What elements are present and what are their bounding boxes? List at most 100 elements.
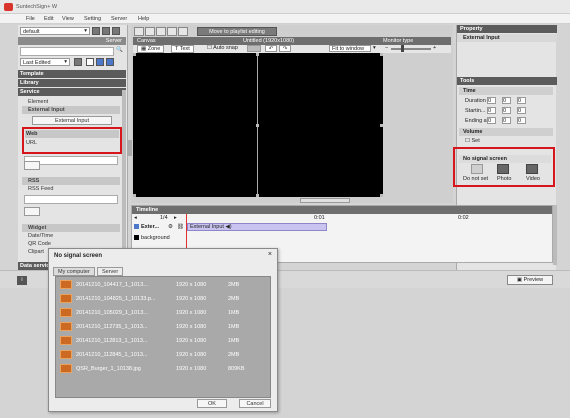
photo-icon[interactable] <box>497 164 509 174</box>
service-section[interactable]: Service <box>18 88 126 96</box>
duration-hour-input[interactable]: 0 <box>487 97 496 104</box>
sort-order-icon[interactable] <box>74 58 82 66</box>
cancel-button[interactable]: Cancel <box>239 399 271 408</box>
info-icon[interactable]: i <box>17 276 27 285</box>
track-name[interactable]: Exter... <box>141 224 159 230</box>
file-row[interactable]: 20141210_105029_1_1013... 1920 x 1080 1MB <box>60 307 268 319</box>
file-resolution: 1920 x 1080 <box>176 338 207 344</box>
search-icon[interactable]: 🔍 <box>116 47 123 53</box>
fit-select-value: Fit to window <box>332 46 365 52</box>
list-view-icon[interactable] <box>86 58 94 66</box>
layout-2-icon[interactable] <box>145 27 155 36</box>
zone-button[interactable]: ▦ Zone <box>137 45 165 53</box>
resize-handle[interactable] <box>380 124 383 127</box>
url-add-button[interactable] <box>24 161 40 170</box>
canvas-hscroll[interactable] <box>300 198 350 203</box>
menu-server[interactable]: Server <box>111 16 127 22</box>
move-to-playlist-button[interactable]: Move to playlist editing <box>197 27 277 36</box>
do-not-set-icon[interactable] <box>471 164 483 174</box>
redo-icon[interactable]: ↷ <box>279 45 291 52</box>
external-input-button[interactable]: External Input <box>32 116 112 125</box>
tab-my-computer[interactable]: My computer <box>53 267 95 276</box>
video-icon[interactable] <box>526 164 538 174</box>
resize-handle[interactable] <box>380 194 383 197</box>
zoom-out-icon[interactable]: − <box>385 45 388 51</box>
file-row[interactable]: 20141210_112845_1_1013... 1920 x 1080 2MB <box>60 349 268 361</box>
widget-datetime-item[interactable]: Date/Time <box>22 232 120 240</box>
close-icon[interactable]: × <box>268 251 272 258</box>
set-toggle[interactable]: ☐ Set <box>465 138 480 144</box>
resize-handle[interactable] <box>133 194 136 197</box>
ending-sec-input[interactable]: 0 <box>517 117 526 124</box>
zoom-slider[interactable] <box>391 48 431 50</box>
timeline-vscroll[interactable] <box>553 205 557 265</box>
left-panel-collapse-handle[interactable] <box>128 140 132 156</box>
canvas[interactable] <box>133 53 383 197</box>
left-panel: default ▾ Server 🔍 Last Edited ▾ Templat… <box>18 25 128 270</box>
template-section[interactable]: Template <box>18 70 126 78</box>
link-icon[interactable]: ⛓ <box>177 224 184 230</box>
detail-view-icon[interactable] <box>106 58 114 66</box>
menu-setting[interactable]: Setting <box>84 16 101 22</box>
menu-bar: File Edit View Setting Server Help <box>0 14 570 24</box>
resize-handle[interactable] <box>256 53 259 56</box>
settings-icon[interactable]: ⚙ <box>168 224 173 230</box>
file-row[interactable]: QSR_Burger_1_10138.jpg 1920 x 1080 809KB <box>60 363 268 375</box>
starting-min-input[interactable]: 0 <box>502 107 511 114</box>
ending-min-input[interactable]: 0 <box>502 117 511 124</box>
background-track-name[interactable]: background <box>141 235 170 241</box>
upload-icon[interactable] <box>102 27 110 35</box>
ending-hour-value: 0 <box>488 118 492 124</box>
timeline-clip[interactable]: External Input ◀) <box>187 223 327 231</box>
rss-feed-item[interactable]: RSS Feed <box>22 185 120 193</box>
menu-help[interactable]: Help <box>138 16 149 22</box>
library-section[interactable]: Library <box>18 79 126 87</box>
grid-view-icon[interactable] <box>96 58 104 66</box>
file-row[interactable]: 20141210_112813_1_1013... 1920 x 1080 1MB <box>60 335 268 347</box>
file-row[interactable]: 20141210_104825_1_10133.p... 1920 x 1080 2… <box>60 293 268 305</box>
menu-edit[interactable]: Edit <box>44 16 53 22</box>
sort-select[interactable]: Last Edited ▾ <box>20 58 70 66</box>
fit-select[interactable]: Fit to window <box>329 45 371 52</box>
resize-handle[interactable] <box>380 53 383 56</box>
resize-handle[interactable] <box>256 194 259 197</box>
resize-handle[interactable] <box>256 124 259 127</box>
ending-hour-input[interactable]: 0 <box>487 117 496 124</box>
text-button[interactable]: T Text <box>171 45 194 53</box>
search-input[interactable] <box>20 47 114 56</box>
preview-button[interactable]: ▣ Preview <box>507 275 553 285</box>
starting-hour-input[interactable]: 0 <box>487 107 496 114</box>
file-row[interactable]: 20141210_104417_1_1013... 1920 x 1080 2MB <box>60 279 268 291</box>
rss-input[interactable] <box>24 195 118 204</box>
download-icon[interactable] <box>112 27 120 35</box>
layout-5-icon[interactable] <box>178 27 188 36</box>
server-select[interactable]: default ▾ <box>20 27 90 35</box>
layout-1-icon[interactable] <box>134 27 144 36</box>
resize-handle[interactable] <box>133 53 136 56</box>
widget-qrcode-item[interactable]: QR Code <box>22 240 120 248</box>
duration-min-input[interactable]: 0 <box>502 97 511 104</box>
duration-sec-input[interactable]: 0 <box>517 97 526 104</box>
file-size: 2MB <box>228 282 240 288</box>
timeline-zoom-out-icon[interactable]: ◂ <box>134 215 137 221</box>
rss-add-button[interactable] <box>24 207 40 216</box>
file-row[interactable]: 20141210_112735_1_1013... 1920 x 1080 1MB <box>60 321 268 333</box>
auto-snap-toggle[interactable]: ☐ Auto snap <box>207 45 238 51</box>
image-thumbnail-icon <box>60 350 72 359</box>
layout-4-icon[interactable] <box>167 27 177 36</box>
layout-3-icon[interactable] <box>156 27 166 36</box>
ok-button[interactable]: OK <box>197 399 227 408</box>
tab-server[interactable]: Server <box>97 267 124 276</box>
zoom-in-icon[interactable]: + <box>433 45 436 51</box>
set-label: Set <box>471 138 480 144</box>
snap-size-input[interactable] <box>247 45 261 52</box>
timeline-zoom-in-icon[interactable]: ▸ <box>174 215 177 221</box>
starting-sec-input[interactable]: 0 <box>517 107 526 114</box>
web-url-item[interactable]: URL <box>25 139 119 147</box>
undo-icon[interactable]: ↶ <box>265 45 277 52</box>
menu-file[interactable]: File <box>26 16 35 22</box>
left-scrollbar[interactable] <box>122 90 126 260</box>
refresh-icon[interactable] <box>92 27 100 35</box>
zoom-slider-thumb[interactable] <box>401 45 404 52</box>
menu-view[interactable]: View <box>62 16 74 22</box>
